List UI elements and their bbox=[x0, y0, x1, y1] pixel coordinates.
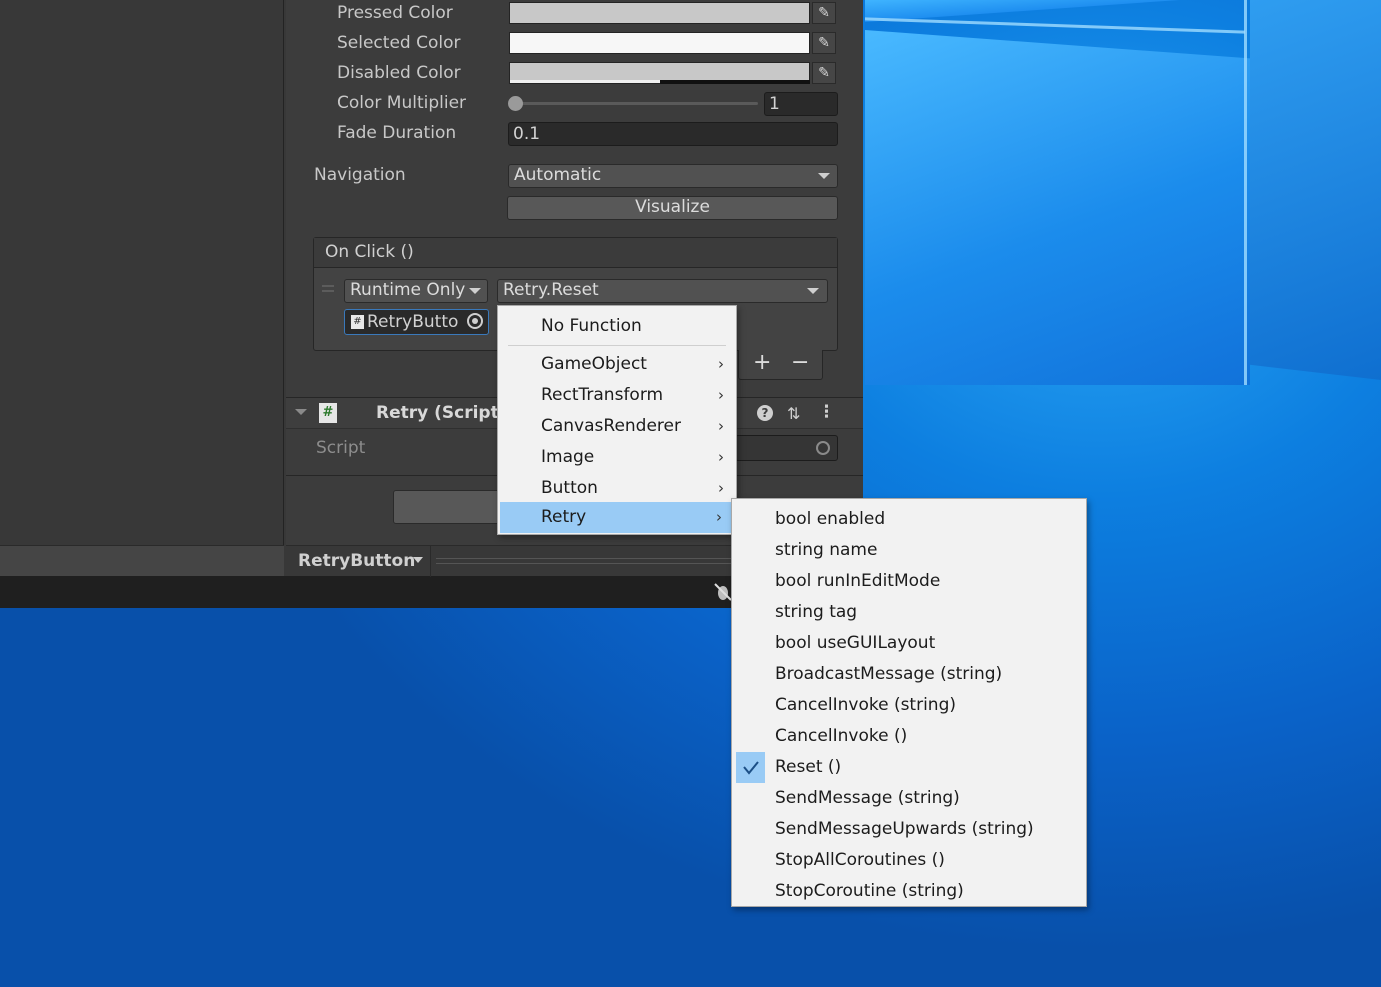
script-field-label: Script bbox=[316, 438, 366, 458]
disabled-color-label: Disabled Color bbox=[337, 63, 461, 83]
menu-item-stopallcoroutines[interactable]: StopAllCoroutines () bbox=[732, 845, 1086, 876]
chevron-right-icon: › bbox=[718, 448, 724, 466]
retry-submenu: bool enabled string name bool runInEditM… bbox=[731, 498, 1087, 907]
menu-item-canvasrenderer[interactable]: CanvasRenderer › bbox=[498, 411, 736, 442]
debug-bug-icon[interactable] bbox=[713, 582, 733, 602]
object-picker-icon[interactable] bbox=[467, 313, 483, 329]
help-icon[interactable]: ? bbox=[757, 405, 773, 421]
menu-item-recttransform[interactable]: RectTransform › bbox=[498, 380, 736, 411]
chevron-down-icon bbox=[807, 288, 819, 294]
menu-item-no-function[interactable]: No Function bbox=[498, 311, 736, 342]
chevron-down-icon bbox=[818, 173, 830, 179]
onclick-header: On Click () bbox=[314, 238, 837, 268]
menu-separator bbox=[508, 345, 726, 346]
function-dropdown[interactable]: Retry.Reset bbox=[497, 279, 828, 303]
menu-item-bool-enabled[interactable]: bool enabled bbox=[732, 504, 1086, 535]
retry-script-title: Retry (Script) bbox=[376, 403, 507, 423]
window-logo-pane bbox=[865, 30, 1250, 385]
menu-item-string-name[interactable]: string name bbox=[732, 535, 1086, 566]
menu-item-cancelinvoke-string[interactable]: CancelInvoke (string) bbox=[732, 690, 1086, 721]
window-logo-edge bbox=[865, 17, 1245, 34]
menu-item-retry[interactable]: Retry › bbox=[500, 502, 734, 533]
pressed-color-swatch[interactable] bbox=[509, 2, 810, 24]
chevron-right-icon: › bbox=[718, 386, 724, 404]
onclick-title: On Click () bbox=[325, 242, 414, 262]
function-value: Retry.Reset bbox=[503, 280, 599, 300]
foldout-arrow-icon[interactable] bbox=[295, 409, 307, 415]
more-options-icon[interactable]: ⋮ bbox=[818, 402, 835, 422]
menu-item-broadcastmessage[interactable]: BroadcastMessage (string) bbox=[732, 659, 1086, 690]
menu-item-cancelinvoke[interactable]: CancelInvoke () bbox=[732, 721, 1086, 752]
chevron-down-icon bbox=[469, 288, 481, 294]
navigation-value: Automatic bbox=[514, 165, 602, 185]
window-logo-pane bbox=[1250, 0, 1381, 380]
onclick-footer: + − bbox=[738, 350, 823, 380]
script-icon: # bbox=[351, 315, 364, 329]
chevron-down-icon bbox=[413, 557, 423, 563]
hierarchy-footer bbox=[0, 545, 284, 576]
object-picker-icon[interactable] bbox=[816, 441, 830, 455]
menu-item-sendmessageupwards[interactable]: SendMessageUpwards (string) bbox=[732, 814, 1086, 845]
selected-color-label: Selected Color bbox=[337, 33, 461, 53]
menu-item-bool-runineditmode[interactable]: bool runInEditMode bbox=[732, 566, 1086, 597]
divider bbox=[430, 546, 431, 577]
script-icon: # bbox=[319, 403, 337, 423]
menu-item-stopcoroutine[interactable]: StopCoroutine (string) bbox=[732, 876, 1086, 907]
preset-icon[interactable]: ⇅ bbox=[787, 404, 800, 423]
chevron-right-icon: › bbox=[716, 508, 722, 526]
target-object-value: RetryButto bbox=[367, 312, 459, 332]
color-multiplier-input[interactable]: 1 bbox=[764, 92, 838, 116]
pressed-color-label: Pressed Color bbox=[337, 3, 453, 23]
runtime-mode-dropdown[interactable]: Runtime Only bbox=[344, 279, 488, 303]
color-multiplier-label: Color Multiplier bbox=[337, 93, 467, 113]
chevron-right-icon: › bbox=[718, 355, 724, 373]
add-component-button[interactable] bbox=[393, 490, 503, 524]
eyedropper-icon[interactable]: ✎ bbox=[812, 62, 836, 84]
color-multiplier-slider-handle[interactable] bbox=[508, 96, 523, 111]
function-menu: No Function GameObject › RectTransform › C… bbox=[497, 305, 737, 535]
add-listener-button[interactable]: + bbox=[753, 350, 771, 375]
menu-item-button[interactable]: Button › bbox=[498, 473, 736, 504]
drag-handle-icon[interactable] bbox=[322, 285, 334, 287]
visualize-button[interactable]: Visualize bbox=[507, 196, 838, 220]
fade-duration-input[interactable]: 0.1 bbox=[508, 122, 838, 146]
disabled-color-swatch[interactable] bbox=[509, 62, 810, 84]
navigation-dropdown[interactable]: Automatic bbox=[508, 164, 838, 188]
chevron-right-icon: › bbox=[718, 479, 724, 497]
menu-item-reset[interactable]: Reset () bbox=[732, 752, 1086, 783]
menu-item-string-tag[interactable]: string tag bbox=[732, 597, 1086, 628]
hierarchy-panel bbox=[0, 0, 284, 545]
preview-grip bbox=[436, 563, 736, 564]
menu-item-bool-useguilayout[interactable]: bool useGUILayout bbox=[732, 628, 1086, 659]
runtime-mode-value: Runtime Only bbox=[350, 280, 466, 300]
eyedropper-icon[interactable]: ✎ bbox=[812, 32, 836, 54]
color-multiplier-slider-track[interactable] bbox=[512, 102, 758, 105]
fade-duration-label: Fade Duration bbox=[337, 123, 457, 143]
menu-item-image[interactable]: Image › bbox=[498, 442, 736, 473]
menu-item-sendmessage[interactable]: SendMessage (string) bbox=[732, 783, 1086, 814]
navigation-label: Navigation bbox=[314, 165, 406, 185]
selected-color-swatch[interactable] bbox=[509, 32, 810, 54]
drag-handle-icon[interactable] bbox=[322, 290, 334, 292]
window-logo-edge bbox=[1244, 0, 1247, 385]
menu-item-gameobject[interactable]: GameObject › bbox=[498, 349, 736, 380]
check-icon bbox=[736, 752, 765, 783]
preview-object-dropdown[interactable]: RetryButton bbox=[298, 551, 415, 571]
remove-listener-button[interactable]: − bbox=[791, 350, 809, 375]
eyedropper-icon[interactable]: ✎ bbox=[812, 2, 836, 24]
preview-grip bbox=[436, 558, 736, 559]
chevron-right-icon: › bbox=[718, 417, 724, 435]
